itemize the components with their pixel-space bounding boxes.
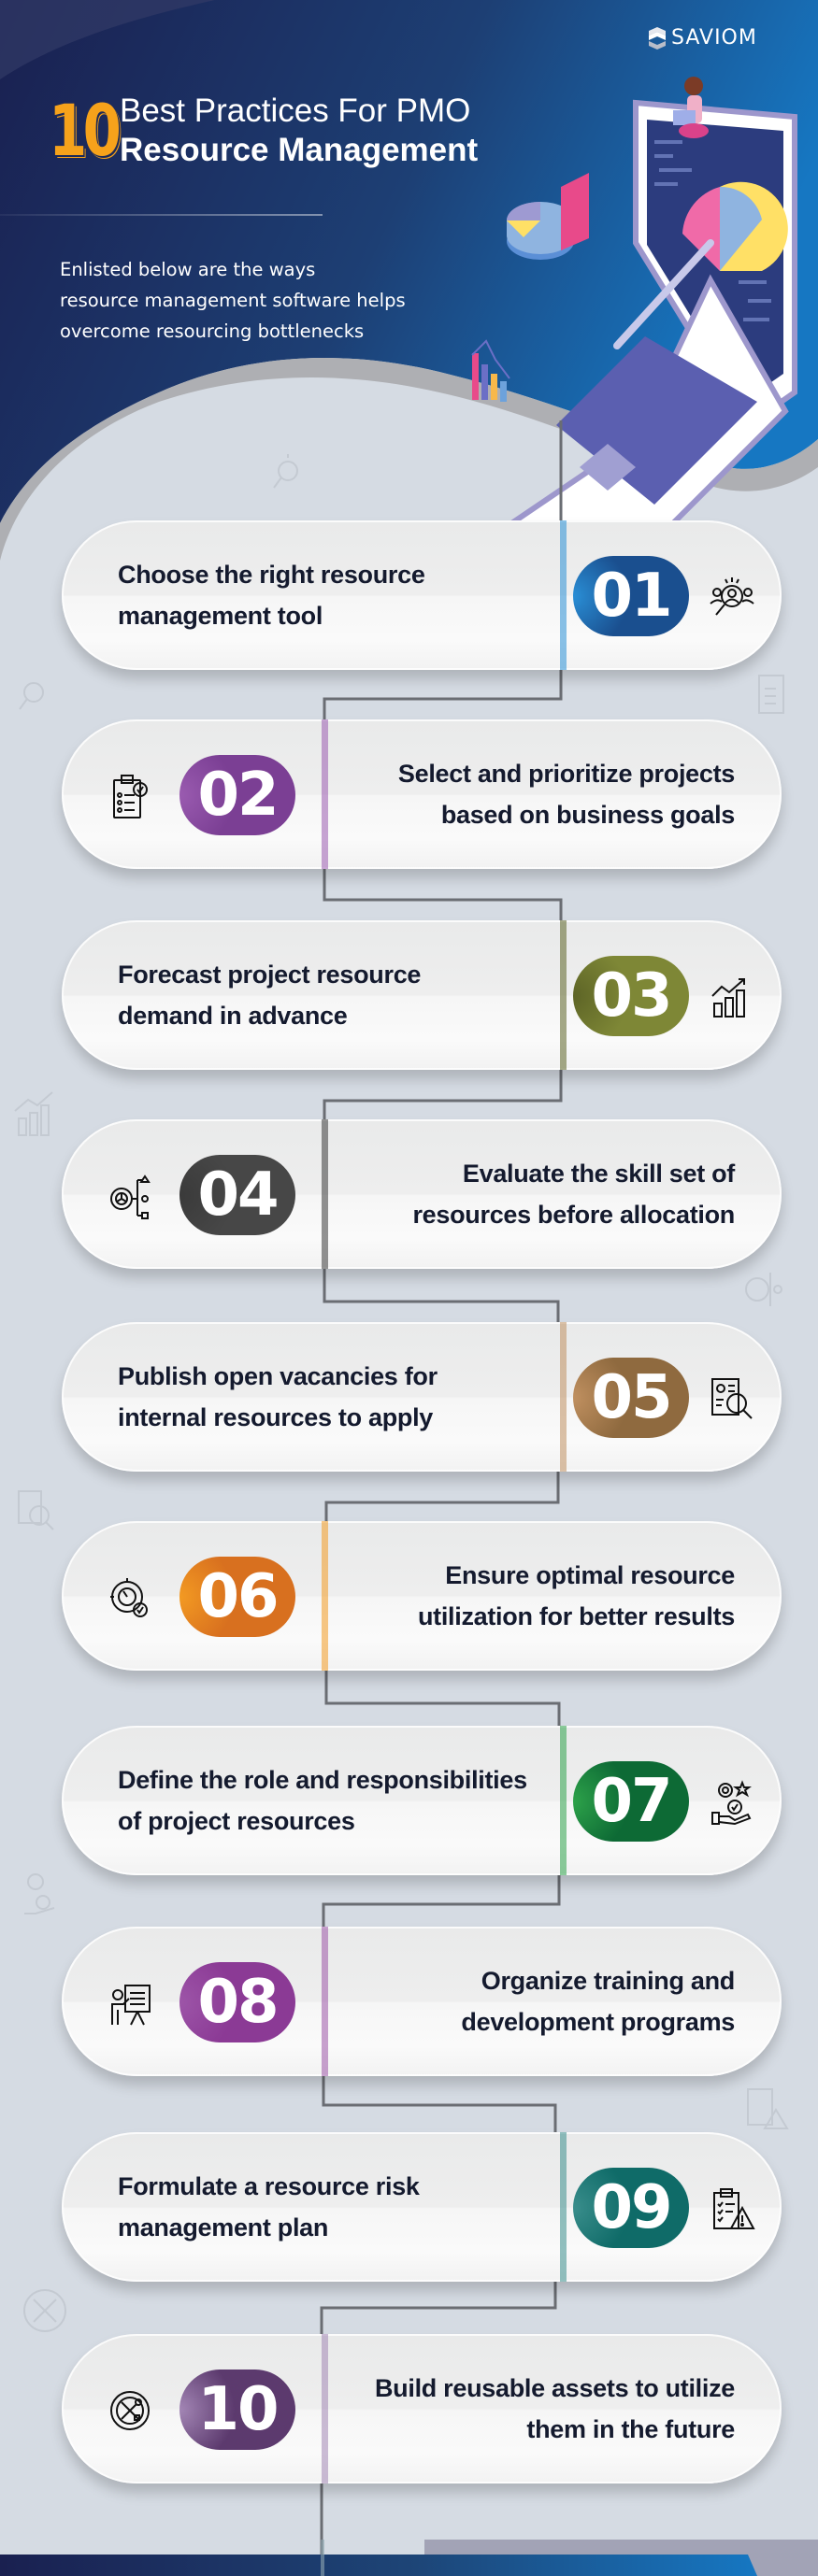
growth-chart-icon: [707, 972, 757, 1022]
card-divider: [560, 520, 567, 670]
practice-text: Formulate a resource risk management plan: [118, 2132, 420, 2282]
practice-text-line: of project resources: [118, 1807, 355, 1835]
gear-hierarchy-icon: [105, 1171, 155, 1221]
practice-text-line: resources before allocation: [412, 1201, 735, 1229]
practice-text-line: Select and prioritize projects: [397, 760, 735, 788]
gear-tools-icon: [105, 2385, 155, 2436]
number-badge: 07: [573, 1761, 689, 1842]
practice-text-line: management tool: [118, 602, 323, 630]
number-badge: 02: [179, 755, 295, 835]
practice-card: Build reusable assets to utilize them in …: [62, 2334, 782, 2483]
practice-card: Select and prioritize projects based on b…: [62, 719, 782, 869]
practice-text-line: Evaluate the skill set of: [462, 1160, 735, 1188]
practice-text: Select and prioritize projects based on b…: [398, 719, 735, 869]
practice-text: Forecast project resource demand in advan…: [118, 920, 421, 1070]
practice-text-line: based on business goals: [440, 801, 735, 829]
risk-clipboard-icon: [707, 2184, 757, 2234]
practice-text-line: development programs: [461, 2008, 735, 2036]
bg-risk-clipboard-icon: [739, 2082, 791, 2139]
gear-gauge-icon: [105, 1573, 155, 1623]
practice-text-line: Publish open vacancies for: [118, 1362, 438, 1390]
practice-text: Choose the right resource management tool: [118, 520, 425, 670]
number-badge: 01: [573, 556, 689, 636]
checklist-icon: [105, 771, 155, 821]
practice-text-line: Choose the right resource: [118, 561, 425, 589]
resume-search-icon: [707, 1373, 757, 1424]
practice-text-line: Ensure optimal resource: [445, 1561, 735, 1589]
card-divider: [560, 1726, 567, 1875]
card-divider: [322, 1927, 328, 2076]
bg-gear-tools-icon: [19, 2284, 71, 2341]
practice-text: Publish open vacancies for internal resou…: [118, 1322, 438, 1472]
card-divider: [322, 1521, 328, 1671]
practice-text-line: Organize training and: [481, 1967, 736, 1995]
practice-card: Forecast project resource demand in advan…: [62, 920, 782, 1070]
number-badge: 09: [573, 2168, 689, 2248]
bg-growth-chart-icon: [9, 1089, 62, 1146]
practice-card: Choose the right resource management tool…: [62, 520, 782, 670]
practice-text-line: management plan: [118, 2213, 329, 2242]
bg-gear-hand-icon: [17, 1869, 69, 1926]
number-badge: 06: [179, 1557, 295, 1637]
card-divider: [560, 920, 567, 1070]
card-divider: [560, 1322, 567, 1472]
practice-text-line: demand in advance: [118, 1002, 348, 1030]
practice-card: Organize training and development program…: [62, 1927, 782, 2076]
number-badge: 05: [573, 1358, 689, 1438]
practice-text: Organize training and development program…: [461, 1927, 735, 2076]
practice-text-line: utilization for better results: [417, 1602, 735, 1630]
bg-search-people-icon: [262, 447, 314, 504]
practice-card: Ensure optimal resource utilization for b…: [62, 1521, 782, 1671]
practice-card: Formulate a resource risk management plan…: [62, 2132, 782, 2282]
card-divider: [560, 2132, 567, 2282]
card-divider: [322, 2334, 328, 2483]
practice-text: Define the role and responsibilities of p…: [118, 1726, 527, 1875]
number-badge: 10: [179, 2370, 295, 2450]
practice-text-line: Forecast project resource: [118, 961, 422, 989]
practice-text-line: Formulate a resource risk: [118, 2172, 420, 2200]
practice-text-line: Build reusable assets to utilize: [374, 2374, 735, 2402]
practice-card: Publish open vacancies for internal resou…: [62, 1322, 782, 1472]
practice-text: Evaluate the skill set of resources befor…: [412, 1119, 735, 1269]
presentation-icon: [105, 1978, 155, 2028]
number-badge: 03: [573, 956, 689, 1036]
card-divider: [322, 719, 328, 869]
search-people-icon: [707, 572, 757, 622]
gear-hand-icon: [707, 1777, 757, 1828]
bg-gear-hierarchy-icon: [739, 1263, 791, 1320]
number-badge: 08: [179, 1962, 295, 2042]
bg-checklist-icon: [748, 668, 800, 725]
practice-card: Define the role and responsibilities of p…: [62, 1726, 782, 1875]
number-badge: 04: [179, 1155, 295, 1235]
practice-text: Ensure optimal resource utilization for b…: [418, 1521, 735, 1671]
practice-card: Evaluate the skill set of resources befor…: [62, 1119, 782, 1269]
bg-resume-search-icon: [11, 1486, 64, 1543]
card-divider: [322, 1119, 328, 1269]
practice-text-line: them in the future: [526, 2415, 735, 2443]
practice-text-line: Define the role and responsibilities: [118, 1766, 527, 1794]
bg-search-people-icon: [7, 668, 60, 725]
practice-text: Build reusable assets to utilize them in …: [375, 2334, 735, 2483]
practice-text-line: internal resources to apply: [118, 1403, 434, 1431]
footer-band: [0, 2540, 818, 2576]
